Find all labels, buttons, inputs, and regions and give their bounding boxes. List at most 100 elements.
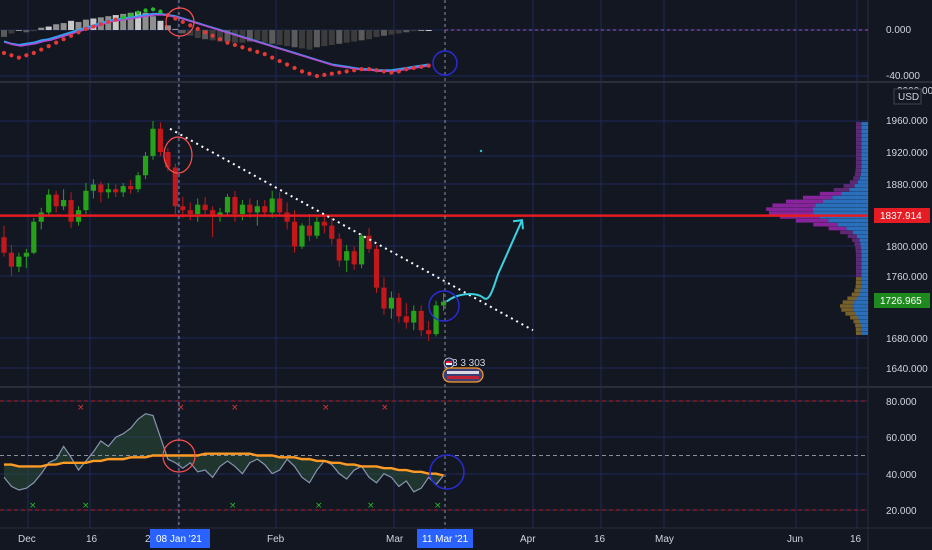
- candle-body[interactable]: [336, 238, 342, 261]
- flag-icon[interactable]: [443, 357, 455, 369]
- candle-body[interactable]: [329, 225, 335, 239]
- candle-body[interactable]: [359, 235, 365, 265]
- macd-histogram-bar: [299, 30, 305, 49]
- event-badge[interactable]: 3 3 303: [442, 357, 486, 383]
- candle-body[interactable]: [321, 221, 327, 226]
- volume-profile-bar: [861, 246, 868, 250]
- candle-body[interactable]: [403, 316, 409, 323]
- candle-body[interactable]: [61, 200, 67, 207]
- candle-body[interactable]: [277, 198, 283, 213]
- candle-body[interactable]: [142, 155, 149, 176]
- rsi-tick-label: 20.000: [886, 506, 917, 517]
- candle-body[interactable]: [396, 297, 402, 317]
- volume-profile-bar: [856, 133, 862, 138]
- volume-profile-bar: [813, 222, 838, 227]
- volume-profile-bar: [795, 218, 829, 223]
- candle-body[interactable]: [284, 212, 290, 222]
- candle-body[interactable]: [254, 206, 260, 213]
- candle-body[interactable]: [1, 237, 7, 253]
- candle-body[interactable]: [98, 184, 104, 193]
- candle-body[interactable]: [418, 310, 424, 331]
- macd-dot: [255, 49, 260, 54]
- candle-body[interactable]: [195, 204, 201, 214]
- candle-body[interactable]: [269, 198, 275, 213]
- price-tick-label: 1960.000: [886, 116, 928, 127]
- candle-body[interactable]: [113, 189, 119, 193]
- candle-body[interactable]: [224, 196, 231, 213]
- volume-profile-bar: [861, 261, 868, 266]
- candle-body[interactable]: [83, 190, 89, 211]
- volume-profile-bar: [861, 125, 868, 130]
- candle-body[interactable]: [157, 128, 164, 152]
- volume-profile-bar: [854, 300, 868, 304]
- candle-body[interactable]: [262, 206, 268, 213]
- macd-dot: [46, 44, 51, 49]
- macd-dot: [9, 53, 14, 58]
- candle-body[interactable]: [373, 248, 380, 288]
- candle-body[interactable]: [426, 330, 432, 335]
- macd-dot: [277, 58, 282, 64]
- volume-profile-bar: [837, 222, 868, 227]
- candle-body[interactable]: [31, 221, 37, 253]
- candle-body[interactable]: [247, 204, 253, 213]
- volume-profile-bar: [842, 300, 855, 304]
- macd-histogram-bar: [395, 30, 402, 34]
- volume-profile-bar: [861, 284, 868, 289]
- candle-body[interactable]: [366, 235, 372, 249]
- macd-dot: [217, 37, 223, 42]
- candle-body[interactable]: [291, 221, 298, 247]
- macd-dot: [68, 33, 74, 38]
- candle-body[interactable]: [135, 175, 141, 190]
- candle-body[interactable]: [381, 287, 387, 309]
- macd-histogram-bar: [150, 16, 156, 30]
- time-tick-label: 16: [850, 534, 862, 545]
- last-price-tag-label: 1726.965: [880, 296, 922, 307]
- candle-body[interactable]: [187, 210, 193, 214]
- candle-body[interactable]: [411, 310, 417, 323]
- candle-body[interactable]: [306, 225, 313, 236]
- candle-body[interactable]: [53, 194, 59, 207]
- price-tick-label: 1680.000: [886, 334, 928, 345]
- candle-body[interactable]: [8, 252, 15, 267]
- volume-profile-bar: [861, 253, 868, 258]
- volume-profile-bar: [819, 191, 842, 196]
- candle-body[interactable]: [90, 184, 96, 191]
- volume-profile-bar: [845, 311, 856, 316]
- volume-profile-bar: [822, 199, 868, 204]
- volume-profile-bar: [855, 269, 862, 273]
- event-icon[interactable]: [442, 367, 484, 383]
- candle-body[interactable]: [46, 194, 52, 213]
- volume-profile-bar: [861, 160, 868, 165]
- macd-dot: [299, 69, 305, 74]
- candle-body[interactable]: [299, 225, 305, 247]
- macd-dot: [121, 15, 126, 20]
- candle-body[interactable]: [16, 256, 22, 267]
- candle-body[interactable]: [150, 128, 156, 156]
- macd-histogram-bar: [276, 30, 283, 45]
- candle-body[interactable]: [344, 251, 350, 261]
- price-tick-label: 1640.000: [886, 364, 928, 375]
- candle-body[interactable]: [128, 186, 134, 190]
- candle-body[interactable]: [68, 200, 74, 222]
- candle-body[interactable]: [232, 196, 238, 214]
- macd-tick-label: -40.000: [886, 71, 920, 82]
- volume-profile-bar: [859, 292, 868, 297]
- trading-chart[interactable]: × × × × × × × × × × × 3 3 303 1960.000 1920.000 1880…: [0, 0, 932, 550]
- candle-body[interactable]: [239, 204, 245, 214]
- volume-profile-bar: [855, 331, 862, 335]
- macd-dot: [173, 16, 178, 21]
- macd-dot: [232, 42, 238, 48]
- volume-profile-bar: [840, 230, 853, 235]
- candle-body[interactable]: [388, 297, 394, 309]
- candle-body[interactable]: [105, 189, 111, 193]
- candle-body[interactable]: [38, 212, 44, 222]
- candle-body[interactable]: [23, 252, 29, 257]
- currency-label[interactable]: USD: [898, 92, 919, 103]
- candle-body[interactable]: [314, 221, 320, 236]
- price-tick-label: 1920.000: [886, 148, 928, 159]
- candle-body[interactable]: [351, 251, 357, 265]
- macd-dot: [322, 72, 327, 77]
- candle-body[interactable]: [120, 186, 126, 193]
- candle-body[interactable]: [202, 204, 208, 211]
- candle-body[interactable]: [180, 206, 186, 211]
